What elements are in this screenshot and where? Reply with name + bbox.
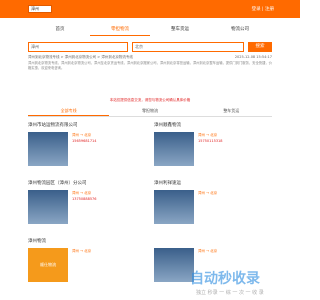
search-bar: 漳州 北京 搜索 [28, 42, 272, 52]
nav-ltl[interactable]: 零担物流 [90, 24, 150, 36]
nav-home[interactable]: 首页 [30, 24, 90, 36]
phone-number[interactable]: 15750115318 [198, 138, 272, 144]
city-selector[interactable]: 漳州 [28, 5, 52, 13]
route-text: 漳州 → 北京 [198, 191, 218, 195]
company-info: 漳州 → 北京 [198, 248, 272, 254]
timestamp: 2025-12-08 15:54:17 [234, 55, 272, 59]
list-item[interactable]: 漳州顺鑫物流 漳州 → 北京 15750115318 [154, 122, 272, 180]
company-info: 漳州 → 北京 15750115318 [198, 132, 272, 144]
company-thumb [28, 132, 68, 166]
company-title[interactable] [154, 238, 272, 246]
to-input[interactable]: 北京 [132, 42, 244, 52]
phone-number[interactable]: 13750888576 [72, 196, 146, 202]
breadcrumb-text[interactable]: 漳州到北京物流专线 > 漳州到北京物流公司 > 漳州到北京物流专线 [28, 55, 133, 59]
company-title[interactable]: 漳州利祥速运 [154, 180, 272, 188]
company-info: 漳州 → 北京 13750888576 [72, 190, 146, 202]
company-thumb [154, 248, 194, 282]
list-item[interactable]: 漳州利祥速运 漳州 → 北京 [154, 180, 272, 238]
watermark-logo: 自动秒收录 [190, 271, 260, 287]
company-thumb [28, 190, 68, 224]
list-item[interactable]: 漳州物流园区（漳州）分公司 漳州 → 北京 13750888576 [28, 180, 146, 238]
search-button[interactable]: 搜索 [248, 42, 272, 52]
tab-all[interactable]: 全部专线 [28, 105, 110, 116]
company-info: 漳州 → 北京 15659681714 [72, 132, 146, 144]
company-info: 漳州 → 北京 [198, 190, 272, 196]
breadcrumb: 漳州到北京物流专线 > 漳州到北京物流公司 > 漳州到北京物流专线 2025-1… [28, 55, 272, 60]
company-title[interactable]: 漳州物流园区（漳州）分公司 [28, 180, 146, 188]
phone-number[interactable]: 15659681714 [72, 138, 146, 144]
intro-text: 漳州到北京物流专线，漳州到北京物流公司，漳州至北京货运专线，漳州到北京搬家公司，… [28, 61, 272, 70]
company-thumb: 顺仕物流 [28, 248, 68, 282]
notice-text: 本站仅提供信息交流，请您与物流公司确认具体价格 [109, 98, 191, 102]
main-nav: 首页 零担物流 整车货运 物流公司 [0, 24, 300, 36]
route-text: 漳州 → 北京 [72, 249, 92, 253]
company-thumb [154, 132, 194, 166]
from-input[interactable]: 漳州 [28, 42, 128, 52]
nav-ftl[interactable]: 整车货运 [150, 24, 210, 36]
tab-bar: 全部专线 零担物流 整车货运 [28, 105, 272, 117]
login-link[interactable]: 登录 | 注册 [252, 6, 274, 12]
tab-ltl[interactable]: 零担物流 [109, 105, 190, 116]
company-info: 漳州 → 北京 [72, 248, 146, 254]
top-bar: 漳州 登录 | 注册 [0, 0, 300, 18]
company-title[interactable]: 漳州顺鑫物流 [154, 122, 272, 130]
route-text: 漳州 → 北京 [198, 249, 218, 253]
company-thumb [154, 190, 194, 224]
list-item[interactable]: 漳州物流 顺仕物流 漳州 → 北京 [28, 238, 146, 296]
company-title[interactable]: 漳州市站运物流有限公司 [28, 122, 146, 130]
tab-ftl[interactable]: 整车货运 [191, 105, 272, 116]
company-title[interactable]: 漳州物流 [28, 238, 146, 246]
watermark-sub: 独立 秒录 一 综 一 次 一 收 录 [196, 290, 264, 296]
nav-companies[interactable]: 物流公司 [210, 24, 270, 36]
list-item[interactable]: 漳州市站运物流有限公司 漳州 → 北京 15659681714 [28, 122, 146, 180]
